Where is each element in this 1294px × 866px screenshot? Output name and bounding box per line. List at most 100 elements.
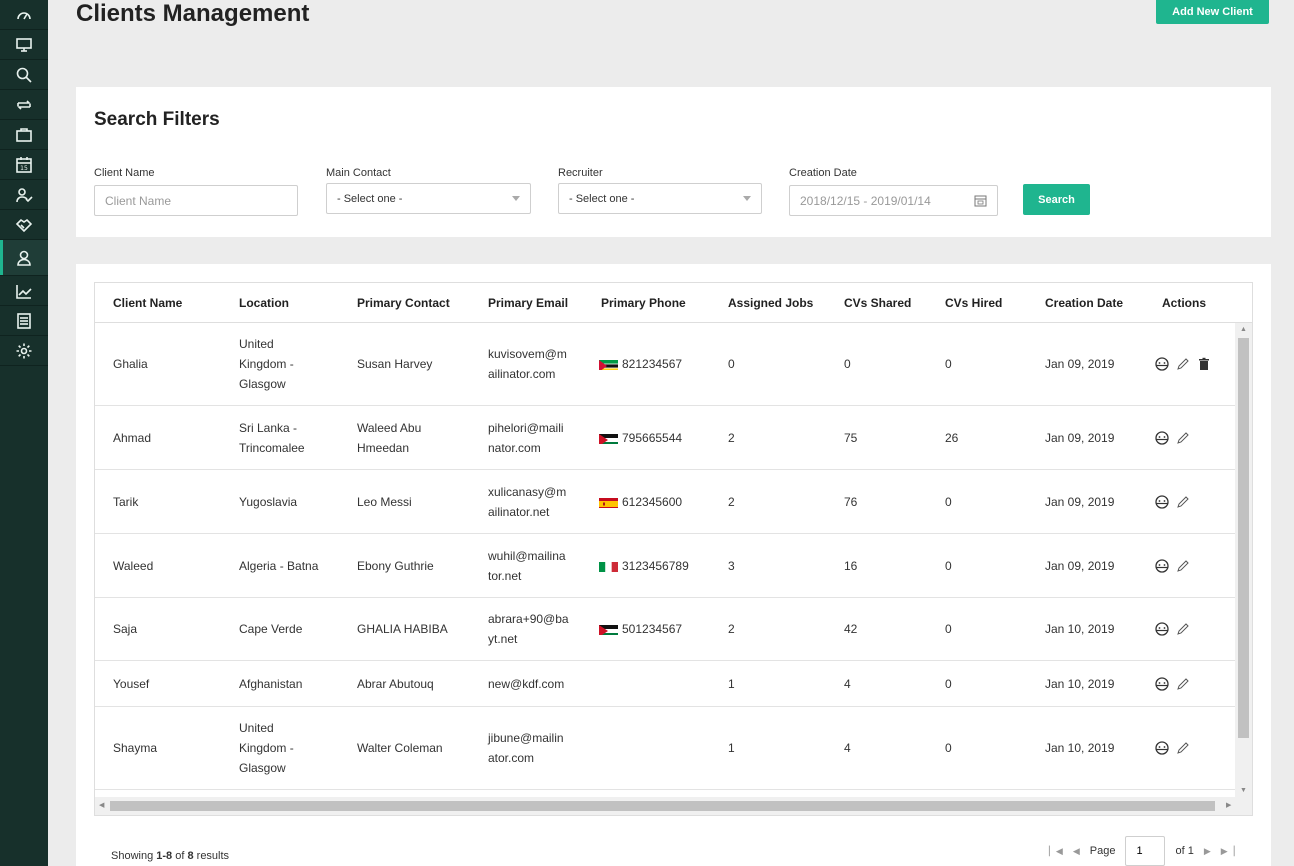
- creation-date-value: 2018/12/15 - 2019/01/14: [800, 193, 931, 208]
- edit-pencil-icon[interactable]: [1176, 431, 1190, 445]
- page-number-input[interactable]: [1125, 836, 1166, 866]
- recruiter-label: Recruiter: [558, 167, 603, 179]
- speedometer-icon: [17, 11, 31, 19]
- cell-cvs-shared: 4: [844, 676, 851, 691]
- sidebar-item-repeat[interactable]: [0, 90, 48, 120]
- results-suffix: results: [193, 850, 230, 862]
- cell-email[interactable]: wuhil@mailina tor.net: [488, 534, 566, 597]
- cell-client-name: Saja: [113, 622, 138, 636]
- column-header-cvs-shared[interactable]: CVs Shared: [844, 283, 911, 323]
- sidebar-item-speedometer[interactable]: [0, 0, 48, 30]
- cell-actions: [1155, 534, 1190, 597]
- previous-page-icon[interactable]: ◀: [1073, 846, 1080, 857]
- column-header-actions[interactable]: Actions: [1162, 283, 1206, 323]
- cell-primary-contact-line: Leo Messi: [357, 494, 412, 509]
- edit-pencil-icon[interactable]: [1176, 677, 1190, 691]
- sidebar-item-calendar[interactable]: 15: [0, 150, 48, 180]
- clients-table-panel: Client Name Location Primary Contact Primar…: [76, 264, 1271, 866]
- horizontal-scrollbar[interactable]: ◀ ▶: [95, 797, 1252, 815]
- column-header-cvs-hired[interactable]: CVs Hired: [945, 283, 1002, 323]
- row-actions: [1155, 558, 1190, 573]
- view-stats-icon[interactable]: [1155, 622, 1169, 636]
- table-row[interactable]: Ghalia United Kingdom - Glasgow Susan Harvey…: [95, 323, 1235, 406]
- table-row[interactable]: Shayma United Kingdom - Glasgow Walter Colem…: [95, 707, 1235, 790]
- cell-email[interactable]: kuvisovem@m ailinator.com: [488, 323, 567, 405]
- chevron-down-icon: [743, 196, 751, 201]
- sidebar-item-handshake[interactable]: [0, 210, 48, 240]
- view-stats-icon[interactable]: [1155, 558, 1169, 573]
- cell-cvs-shared: 16: [844, 558, 858, 573]
- edit-pencil-icon[interactable]: [1176, 495, 1190, 509]
- monitor-icon: [16, 37, 32, 52]
- sidebar-item-briefcase[interactable]: [0, 120, 48, 150]
- column-header-primary-email[interactable]: Primary Email: [488, 283, 568, 323]
- client-name-label: Client Name: [94, 167, 155, 179]
- cell-email[interactable]: jibune@mailin ator.com: [488, 707, 564, 789]
- search-filters-panel: Search Filters Client Name Client Name M…: [76, 87, 1271, 237]
- horizontal-scroll-thumb[interactable]: [110, 801, 1215, 811]
- table-row[interactable]: Ahmad Sri Lanka - Trincomalee Waleed Abu Hme…: [95, 406, 1235, 470]
- edit-pencil-icon[interactable]: [1176, 357, 1190, 371]
- sidebar-item-search[interactable]: [0, 60, 48, 90]
- view-stats-icon[interactable]: [1155, 430, 1169, 445]
- scroll-down-icon[interactable]: ▼: [1240, 787, 1247, 794]
- cell-location-line: Glasgow: [239, 761, 286, 775]
- main-contact-value: - Select one -: [337, 192, 403, 205]
- client-name-placeholder: Client Name: [105, 193, 172, 208]
- main-contact-select[interactable]: - Select one -: [326, 183, 531, 214]
- row-actions: [1155, 622, 1190, 636]
- cell-location-line: United: [239, 721, 274, 735]
- add-new-client-button[interactable]: Add New Client: [1156, 0, 1269, 24]
- edit-pencil-icon[interactable]: [1176, 559, 1190, 573]
- table-row[interactable]: Tarik Yugoslavia Leo Messi xulicanasy@m aili…: [95, 470, 1235, 534]
- cell-primary-contact-line: Susan Harvey: [357, 357, 433, 371]
- column-header-primary-contact[interactable]: Primary Contact: [357, 283, 450, 323]
- client-name-input[interactable]: Client Name: [94, 185, 298, 216]
- calendar-icon[interactable]: [974, 194, 987, 207]
- row-actions: [1155, 741, 1190, 755]
- column-header-client-name[interactable]: Client Name: [113, 283, 182, 323]
- jordan-flag-icon: [599, 432, 618, 444]
- sidebar-item-document[interactable]: [0, 306, 48, 336]
- table-row[interactable]: Yousef Afghanistan Abrar Abutouq new@kdf.co…: [95, 661, 1235, 707]
- scroll-right-icon[interactable]: ▶: [1226, 801, 1231, 809]
- next-page-icon[interactable]: ▶: [1204, 846, 1211, 857]
- cell-location: Cape Verde: [239, 598, 302, 660]
- cell-client-name: Yousef: [113, 676, 150, 691]
- sidebar-item-user-check[interactable]: [0, 180, 48, 210]
- sidebar-item-monitor[interactable]: [0, 30, 48, 60]
- sidebar-item-gear[interactable]: [0, 336, 48, 366]
- cell-client-name: Tarik: [113, 494, 139, 509]
- cell-creation-date: Jan 10, 2019: [1045, 622, 1115, 636]
- scroll-left-icon[interactable]: ◀: [99, 801, 104, 809]
- sidebar-item-users[interactable]: [0, 240, 48, 276]
- row-actions: [1155, 676, 1190, 691]
- cell-email[interactable]: abrara+90@ba yt.net: [488, 598, 569, 660]
- edit-pencil-icon[interactable]: [1176, 622, 1190, 636]
- view-stats-icon[interactable]: [1155, 676, 1169, 691]
- vertical-scroll-thumb[interactable]: [1238, 338, 1249, 738]
- view-stats-icon[interactable]: [1155, 494, 1169, 509]
- trash-icon[interactable]: [1197, 357, 1211, 371]
- column-header-location[interactable]: Location: [239, 283, 289, 323]
- scroll-up-icon[interactable]: ▲: [1240, 326, 1247, 333]
- cell-email[interactable]: xulicanasy@m ailinator.net: [488, 470, 566, 533]
- table-row[interactable]: Waleed Algeria - Batna Ebony Guthrie wuhil@…: [95, 534, 1235, 598]
- view-stats-icon[interactable]: [1155, 741, 1169, 755]
- creation-date-input[interactable]: 2018/12/15 - 2019/01/14: [789, 185, 998, 216]
- edit-pencil-icon[interactable]: [1176, 741, 1190, 755]
- column-header-assigned-jobs[interactable]: Assigned Jobs: [728, 283, 813, 323]
- table-row[interactable]: Saja Cape Verde GHALIA HABIBA abrara+90@ba y…: [95, 598, 1235, 661]
- cell-creation-date: Jan 10, 2019: [1045, 676, 1115, 691]
- cell-email[interactable]: pihelori@maili nator.com: [488, 406, 564, 469]
- vertical-scrollbar[interactable]: ▲ ▼: [1235, 323, 1252, 797]
- view-stats-icon[interactable]: [1155, 357, 1169, 371]
- column-header-primary-phone[interactable]: Primary Phone: [601, 283, 686, 323]
- sidebar-item-chart-line[interactable]: [0, 276, 48, 306]
- search-button[interactable]: Search: [1023, 184, 1090, 215]
- first-page-icon[interactable]: ▏◀: [1049, 846, 1063, 857]
- recruiter-select[interactable]: - Select one -: [558, 183, 762, 214]
- cell-email[interactable]: new@kdf.com: [488, 661, 564, 706]
- column-header-creation-date[interactable]: Creation Date: [1045, 283, 1123, 323]
- last-page-icon[interactable]: ▶▕: [1221, 846, 1235, 857]
